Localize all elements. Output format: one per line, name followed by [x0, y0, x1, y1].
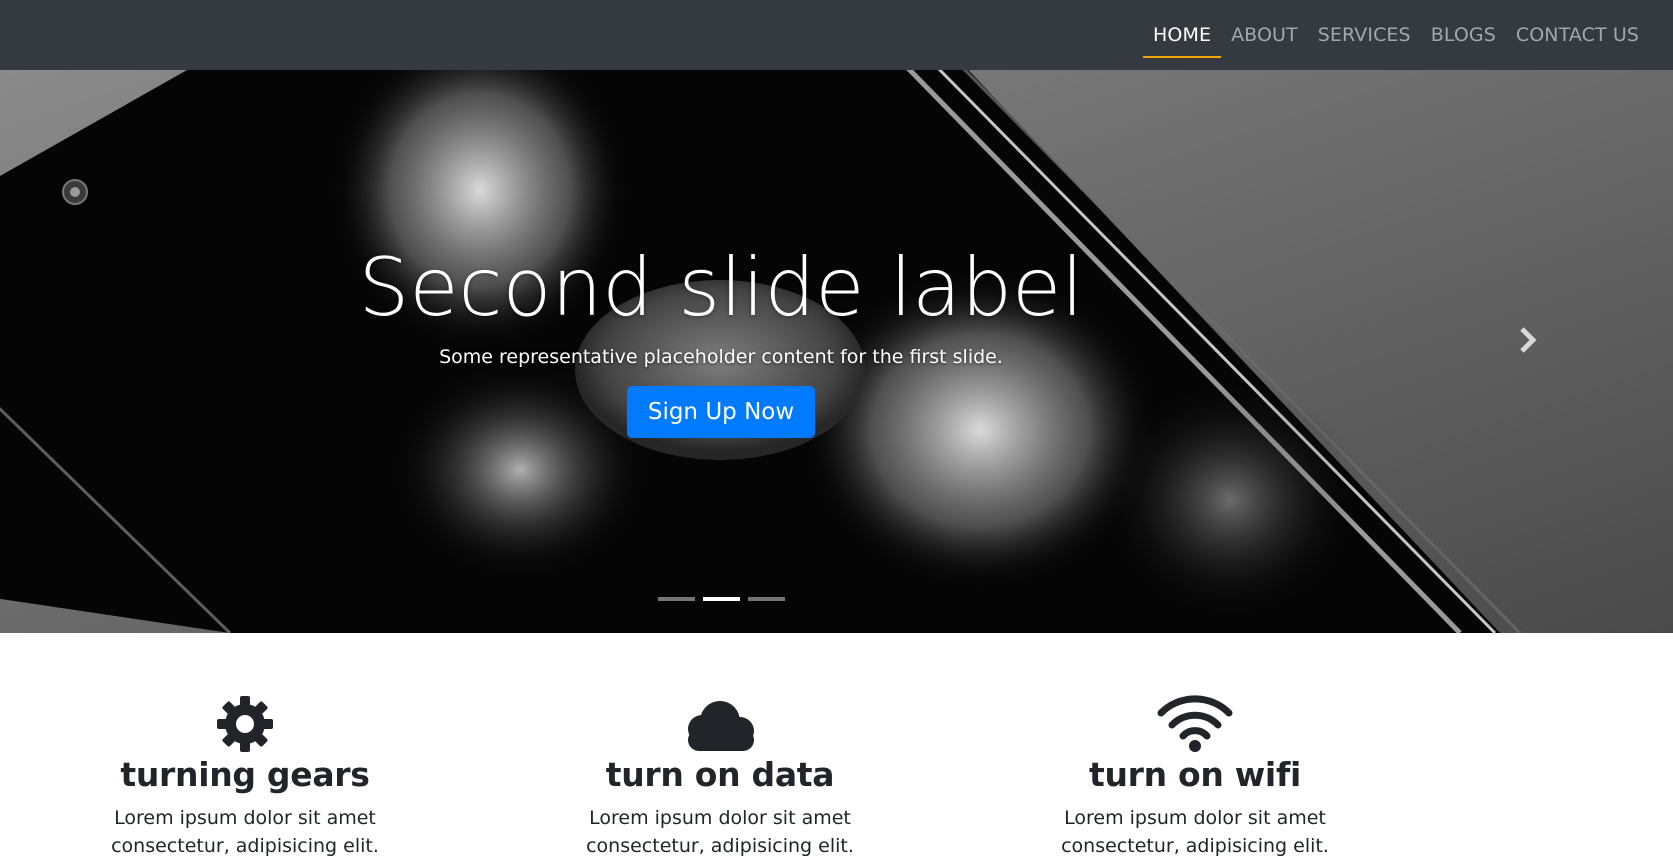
- carousel-indicator-active[interactable]: [702, 597, 740, 601]
- chevron-right-icon: [1520, 327, 1537, 353]
- navbar: HOME ABOUT SERVICES BLOGS CONTACT US: [0, 0, 1673, 70]
- feature-title: turn on data: [605, 755, 835, 794]
- feature-title: turning gears: [120, 755, 370, 794]
- slide-subtitle: Some representative placeholder content …: [439, 346, 1003, 368]
- nav-item-services[interactable]: SERVICES: [1308, 0, 1421, 70]
- carousel-next-button[interactable]: [1513, 320, 1543, 360]
- carousel-indicators: [0, 597, 1442, 601]
- feature-card: turn on data Lorem ipsum dolor sit amet …: [520, 691, 920, 856]
- carousel-indicator[interactable]: [657, 597, 695, 601]
- feature-text: Lorem ipsum dolor sit amet consectetur, …: [586, 807, 854, 856]
- gear-icon: [217, 696, 273, 752]
- slide-title: Second slide label: [358, 241, 1084, 334]
- wifi-icon: [1157, 695, 1233, 752]
- nav-item-blogs[interactable]: BLOGS: [1421, 0, 1506, 70]
- feature-text: Lorem ipsum dolor sit amet consectetur, …: [1061, 807, 1329, 856]
- features-section: turning gears Lorem ipsum dolor sit amet…: [0, 633, 1673, 856]
- carousel-caption: Second slide label Some representative p…: [0, 240, 1442, 438]
- feature-card: turn on wifi Lorem ipsum dolor sit amet …: [995, 691, 1395, 856]
- nav-item-about[interactable]: ABOUT: [1221, 0, 1308, 70]
- nav-item-contact-us[interactable]: CONTACT US: [1506, 0, 1649, 70]
- cloud-icon: [688, 701, 754, 751]
- nav-item-home[interactable]: HOME: [1143, 0, 1222, 70]
- feature-title: turn on wifi: [1088, 755, 1302, 794]
- feature-text: Lorem ipsum dolor sit amet consectetur, …: [111, 807, 379, 856]
- hero-carousel: Second slide label Some representative p…: [0, 70, 1673, 633]
- feature-card: turning gears Lorem ipsum dolor sit amet…: [45, 691, 445, 856]
- sign-up-button[interactable]: Sign Up Now: [626, 386, 816, 438]
- carousel-indicator[interactable]: [747, 597, 785, 601]
